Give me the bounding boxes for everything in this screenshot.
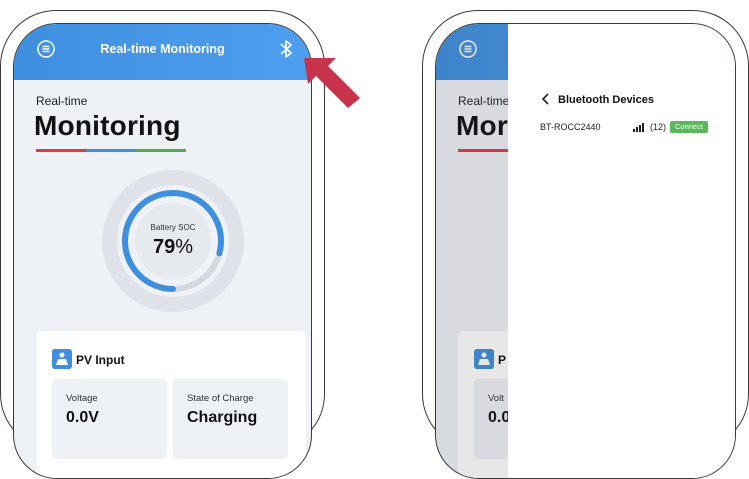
gauge-label: Battery SOC bbox=[150, 223, 196, 232]
solar-panel-icon bbox=[52, 349, 72, 369]
card-title: PV Input bbox=[76, 353, 125, 367]
bluetooth-devices-panel: Bluetooth Devices BT-ROCC2440 (12) Conne… bbox=[508, 24, 735, 478]
tile-value: Charging bbox=[187, 409, 258, 426]
app-bar-title: Real-time Monitoring bbox=[100, 42, 225, 56]
back-chevron-icon[interactable] bbox=[540, 92, 552, 106]
gauge-number: 79 bbox=[152, 236, 176, 258]
right-phone-frame: Real-time Mor P Volt 0.0 Bluetooth Devic… bbox=[422, 10, 749, 479]
signal-value: (12) bbox=[650, 122, 667, 132]
gauge-unit: % bbox=[175, 236, 194, 258]
voltage-tile: Voltage 0.0V bbox=[52, 379, 167, 459]
bluetooth-icon[interactable] bbox=[277, 38, 295, 60]
left-phone-frame: Real-time Monitoring Real-time Monitorin… bbox=[0, 10, 325, 479]
state-of-charge-tile: State of Charge Charging bbox=[173, 379, 288, 459]
heading-small: Real-time bbox=[36, 94, 88, 108]
connect-button[interactable]: Connect bbox=[670, 121, 708, 133]
tile-value: 0.0V bbox=[66, 409, 99, 426]
panel-title: Bluetooth Devices bbox=[558, 94, 654, 106]
gauge-value: 79% bbox=[102, 236, 244, 259]
heading-underline bbox=[36, 149, 186, 152]
pv-input-card: PV Input Voltage 0.0V State of Charge Ch… bbox=[36, 331, 306, 478]
signal-strength-icon bbox=[633, 123, 644, 132]
app-bar: Real-time Monitoring bbox=[14, 24, 311, 80]
tile-label: Voltage bbox=[66, 393, 98, 404]
left-screen: Real-time Monitoring Real-time Monitorin… bbox=[13, 23, 312, 479]
right-screen: Real-time Mor P Volt 0.0 Bluetooth Devic… bbox=[435, 23, 736, 479]
device-name[interactable]: BT-ROCC2440 bbox=[540, 122, 601, 132]
tile-label: State of Charge bbox=[187, 393, 254, 404]
pointer-arrow-icon bbox=[304, 58, 360, 108]
heading-big: Monitoring bbox=[34, 110, 181, 141]
